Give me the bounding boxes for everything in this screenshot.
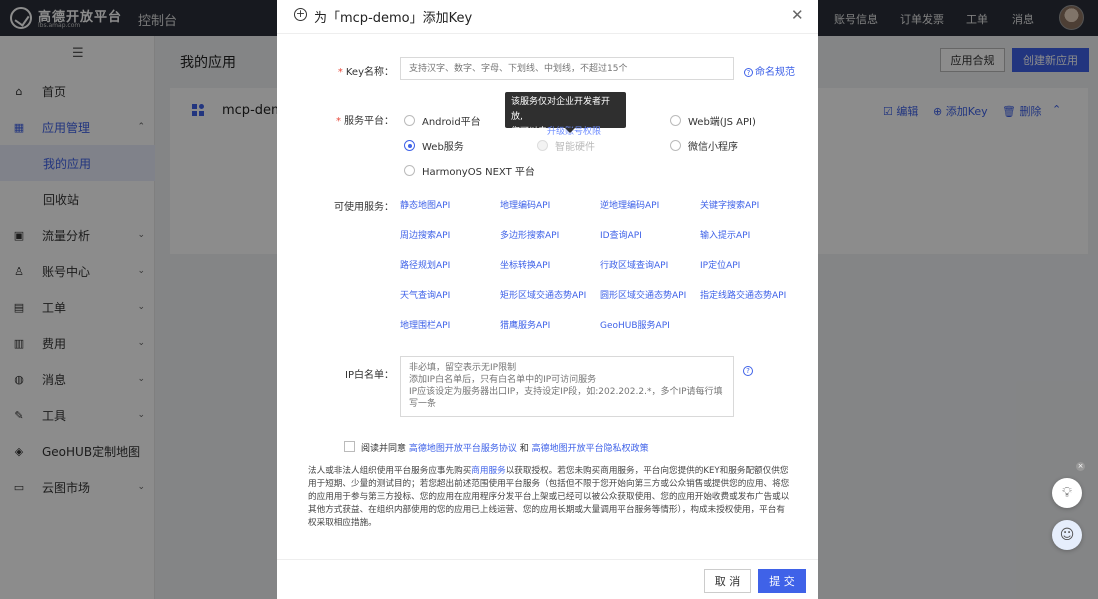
service-api-link[interactable]: 周边搜索API	[400, 228, 450, 241]
service-api-link[interactable]: 静态地图API	[400, 198, 450, 211]
radio-harmonyos[interactable]: HarmonyOS NEXT 平台	[404, 163, 535, 178]
submit-button[interactable]: 提 交	[758, 569, 806, 593]
ip-whitelist-label: IP白名单：	[345, 370, 394, 381]
question-icon: ?	[744, 68, 753, 77]
dialog-header: + 为「mcp-demo」添加Key ✕	[277, 0, 818, 34]
radio-android[interactable]: Android平台	[404, 113, 481, 128]
service-api-link[interactable]: 逆地理编码API	[600, 198, 659, 211]
service-api-link[interactable]: 圆形区域交通态势API	[600, 288, 686, 301]
service-api-link[interactable]: 天气查询API	[400, 288, 450, 301]
service-api-link[interactable]: 关键字搜索API	[700, 198, 759, 211]
service-api-link[interactable]: 输入提示API	[700, 228, 750, 241]
service-api-link[interactable]: 路径规划API	[400, 258, 450, 271]
service-api-link[interactable]: IP定位API	[700, 258, 740, 271]
service-api-link[interactable]: 猎鹰服务API	[500, 318, 550, 331]
privacy-policy-link[interactable]: 高德地图开放平台隐私权政策	[532, 444, 649, 454]
add-key-dialog: + 为「mcp-demo」添加Key ✕ *Key名称： ?命名规范 *服务平台…	[277, 0, 818, 599]
radio-web-js[interactable]: Web端(JS API)	[670, 113, 756, 128]
key-name-label: * Key名称：	[337, 67, 394, 78]
ip-whitelist-textarea[interactable]	[400, 356, 734, 417]
close-icon[interactable]: ✕	[791, 6, 804, 24]
service-api-link[interactable]: 指定线路交通态势API	[700, 288, 786, 301]
platform-label: * 服务平台：	[336, 116, 394, 127]
service-api-link[interactable]: GeoHUB服务API	[600, 318, 670, 331]
service-api-link[interactable]: 地理编码API	[500, 198, 550, 211]
dialog-title: 为「mcp-demo」添加Key	[314, 11, 473, 26]
service-api-link[interactable]: 行政区域查询API	[600, 258, 668, 271]
radio-smart-hardware: 智能硬件	[537, 138, 595, 153]
enterprise-only-tooltip: 该服务仅对企业开发者开放, 您可以去升级账号权限	[505, 92, 626, 137]
service-api-link[interactable]: ID查询API	[600, 228, 642, 241]
usage-notice: 法人或非法人组织使用平台服务应事先购买商用服务以获取授权。若您未购买商用服务，平…	[308, 466, 790, 528]
service-agreement-link[interactable]: 高德地图开放平台服务协议	[409, 444, 517, 454]
agree-checkbox[interactable]	[344, 441, 355, 452]
dialog-footer: 取 消 提 交	[277, 559, 818, 599]
radio-web-service[interactable]: Web服务	[404, 138, 464, 153]
naming-rules-link[interactable]: ? 命名规范	[744, 63, 795, 78]
service-api-link[interactable]: 多边形搜索API	[500, 228, 559, 241]
services-label: 可使用服务：	[334, 202, 394, 213]
support-avatar-icon[interactable]: ☺	[1052, 520, 1082, 550]
question-icon[interactable]: ?	[743, 366, 753, 376]
lightbulb-icon[interactable]: 💡︎	[1052, 478, 1082, 508]
service-api-link[interactable]: 矩形区域交通态势API	[500, 288, 586, 301]
add-circle-icon: +	[294, 7, 307, 21]
service-api-link[interactable]: 坐标转换API	[500, 258, 550, 271]
cancel-button[interactable]: 取 消	[704, 569, 751, 593]
upgrade-account-link[interactable]: 升级账号权限	[547, 127, 601, 137]
key-name-input[interactable]	[400, 57, 734, 80]
commercial-service-link[interactable]: 商用服务	[471, 466, 505, 476]
close-float-icon[interactable]: ×	[1076, 462, 1085, 471]
service-api-link[interactable]: 地理围栏API	[400, 318, 450, 331]
radio-wechat-miniprogram[interactable]: 微信小程序	[670, 138, 738, 153]
agreement-text: 阅读并同意 高德地图开放平台服务协议 和 高德地图开放平台隐私权政策	[361, 444, 649, 454]
